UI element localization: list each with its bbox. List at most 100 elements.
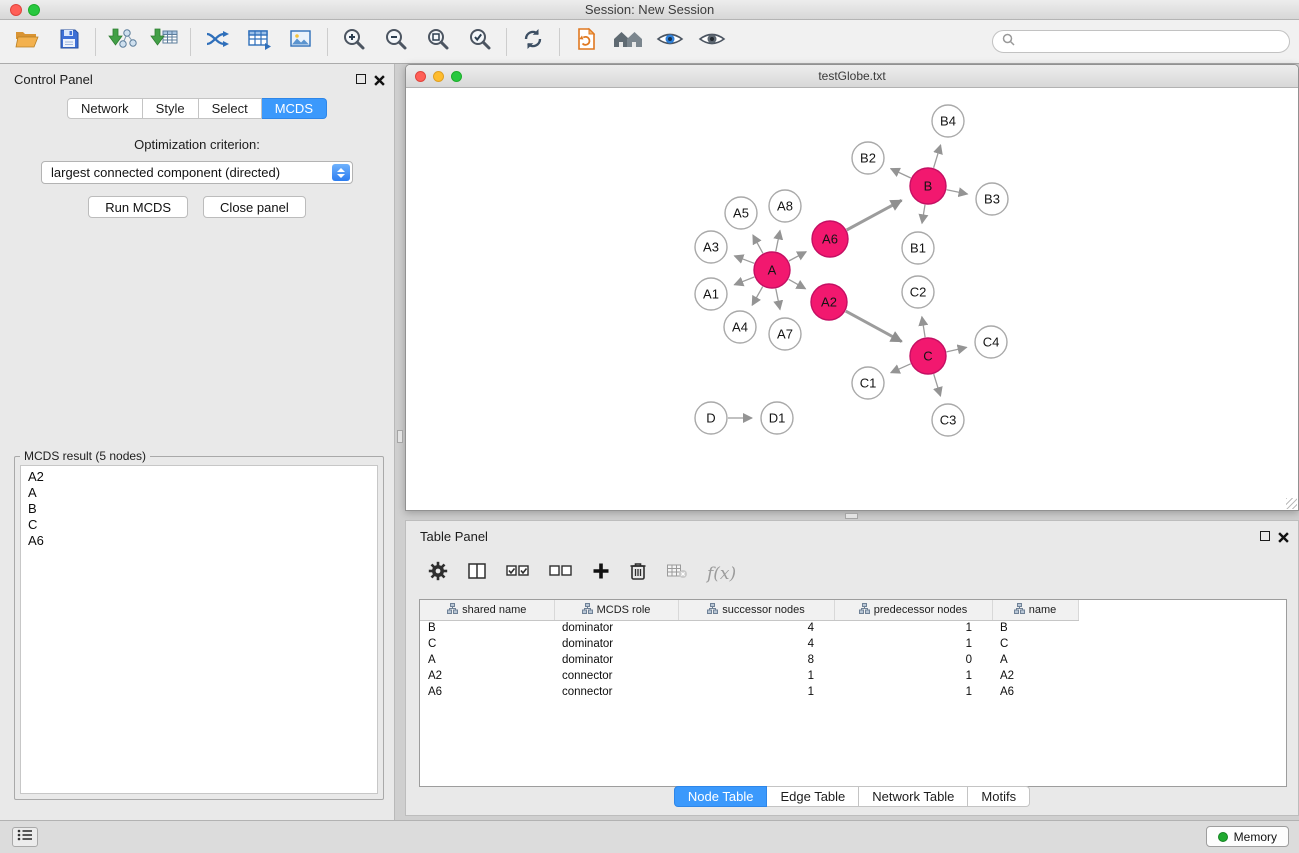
cell-shared-name[interactable]: A2: [420, 668, 554, 684]
cell-predecessor-nodes[interactable]: 1: [834, 668, 992, 684]
cell-predecessor-nodes[interactable]: 1: [834, 636, 992, 652]
refresh-button[interactable]: [512, 24, 554, 60]
graph-edge-A-A6[interactable]: [789, 252, 806, 261]
column-header-successor-nodes[interactable]: successor nodes: [678, 600, 834, 620]
tab-select[interactable]: Select: [199, 98, 262, 119]
cell-MCDS-role[interactable]: dominator: [554, 636, 678, 652]
table-row[interactable]: A2connector11A2: [420, 668, 1286, 684]
table-row[interactable]: Cdominator41C: [420, 636, 1286, 652]
zoom-network-button[interactable]: [451, 71, 462, 82]
export-table-button[interactable]: [238, 24, 280, 60]
mcds-result-item[interactable]: C: [28, 517, 370, 533]
apply-style-button[interactable]: [565, 24, 607, 60]
network-manager-button[interactable]: [607, 24, 649, 60]
cell-name[interactable]: B: [992, 620, 1078, 636]
cell-successor-nodes[interactable]: 1: [678, 684, 834, 700]
import-table-file-button[interactable]: [143, 24, 185, 60]
float-panel-button[interactable]: [356, 74, 366, 84]
import-network-file-button[interactable]: [101, 24, 143, 60]
graph-edge-C-C1[interactable]: [891, 364, 911, 373]
add-column-button[interactable]: [592, 562, 610, 585]
select-all-button[interactable]: [506, 563, 530, 584]
cell-MCDS-role[interactable]: dominator: [554, 652, 678, 668]
graph-edge-C-C4[interactable]: [947, 347, 967, 352]
table-row[interactable]: Bdominator41B: [420, 620, 1286, 636]
network-arrows-button[interactable]: [196, 24, 238, 60]
graph-edge-A6-B[interactable]: [847, 200, 902, 230]
birds-eye-button[interactable]: [691, 24, 733, 60]
column-header-shared-name[interactable]: shared name: [420, 600, 554, 620]
graph-edge-C-C2[interactable]: [922, 317, 925, 338]
task-history-button[interactable]: [12, 827, 38, 847]
cell-shared-name[interactable]: B: [420, 620, 554, 636]
graphics-details-button[interactable]: [649, 24, 691, 60]
deselect-all-button[interactable]: [549, 563, 573, 584]
cell-name[interactable]: A: [992, 652, 1078, 668]
window-resize-grip[interactable]: [1286, 498, 1297, 509]
graph-edge-A-A3[interactable]: [734, 256, 754, 263]
tab-mcds[interactable]: MCDS: [262, 98, 327, 119]
zoom-in-button[interactable]: [333, 24, 375, 60]
table-row[interactable]: Adominator80A: [420, 652, 1286, 668]
cell-successor-nodes[interactable]: 4: [678, 620, 834, 636]
search-input[interactable]: [1020, 35, 1280, 49]
close-window-button[interactable]: [10, 4, 22, 16]
graph-edge-A-A2[interactable]: [789, 279, 806, 289]
graph-edge-A2-C[interactable]: [846, 311, 902, 342]
cell-shared-name[interactable]: A: [420, 652, 554, 668]
graph-edge-A-A4[interactable]: [752, 287, 763, 306]
graph-edge-B-B4[interactable]: [934, 145, 941, 168]
mcds-result-item[interactable]: A2: [28, 469, 370, 485]
cell-name[interactable]: C: [992, 636, 1078, 652]
column-header-predecessor-nodes[interactable]: predecessor nodes: [834, 600, 992, 620]
open-file-button[interactable]: [6, 24, 48, 60]
cell-MCDS-role[interactable]: connector: [554, 684, 678, 700]
tab-motifs[interactable]: Motifs: [968, 786, 1030, 807]
graph-edge-B-B2[interactable]: [891, 169, 911, 178]
tab-network-table[interactable]: Network Table: [859, 786, 968, 807]
memory-button[interactable]: Memory: [1206, 826, 1289, 847]
cell-successor-nodes[interactable]: 4: [678, 636, 834, 652]
cell-shared-name[interactable]: C: [420, 636, 554, 652]
criterion-dropdown[interactable]: largest connected component (directed): [41, 161, 353, 184]
cell-name[interactable]: A6: [992, 684, 1078, 700]
graph-edge-C-C3[interactable]: [934, 374, 941, 396]
float-table-panel-button[interactable]: [1260, 531, 1270, 541]
column-header-name[interactable]: name: [992, 600, 1078, 620]
graph-edge-B-B1[interactable]: [922, 205, 925, 224]
zoom-out-button[interactable]: [375, 24, 417, 60]
zoom-window-button[interactable]: [28, 4, 40, 16]
cell-MCDS-role[interactable]: dominator: [554, 620, 678, 636]
table-row[interactable]: A6connector11A6: [420, 684, 1286, 700]
cell-successor-nodes[interactable]: 1: [678, 668, 834, 684]
column-header-MCDS-role[interactable]: MCDS role: [554, 600, 678, 620]
tab-network[interactable]: Network: [67, 98, 143, 119]
network-canvas[interactable]: AA1A2A3A4A5A6A7A8BB1B2B3B4CC1C2C3C4DD1: [406, 89, 1298, 510]
function-builder-button[interactable]: f(x): [707, 564, 736, 584]
mcds-result-item[interactable]: A: [28, 485, 370, 501]
delete-column-button[interactable]: [629, 561, 647, 586]
delete-table-button[interactable]: [666, 562, 688, 585]
save-session-button[interactable]: [48, 24, 90, 60]
close-panel-icon[interactable]: [374, 73, 386, 85]
graph-edge-A-A1[interactable]: [734, 277, 754, 285]
cell-shared-name[interactable]: A6: [420, 684, 554, 700]
network-window-titlebar[interactable]: testGlobe.txt: [406, 65, 1298, 88]
graph-edge-A-A5[interactable]: [753, 235, 763, 253]
close-network-button[interactable]: [415, 71, 426, 82]
mcds-result-list[interactable]: A2ABCA6: [20, 465, 378, 794]
export-image-button[interactable]: [280, 24, 322, 60]
table-settings-button[interactable]: [428, 561, 448, 586]
horizontal-splitter-handle[interactable]: [845, 513, 858, 519]
graph-edge-A-A8[interactable]: [776, 231, 780, 252]
zoom-fit-button[interactable]: [417, 24, 459, 60]
cell-predecessor-nodes[interactable]: 1: [834, 620, 992, 636]
tab-style[interactable]: Style: [143, 98, 199, 119]
zoom-selected-button[interactable]: [459, 24, 501, 60]
cell-successor-nodes[interactable]: 8: [678, 652, 834, 668]
minimize-network-button[interactable]: [433, 71, 444, 82]
close-table-panel-icon[interactable]: [1278, 530, 1290, 542]
run-mcds-button[interactable]: Run MCDS: [88, 196, 188, 218]
mcds-result-item[interactable]: B: [28, 501, 370, 517]
cell-MCDS-role[interactable]: connector: [554, 668, 678, 684]
